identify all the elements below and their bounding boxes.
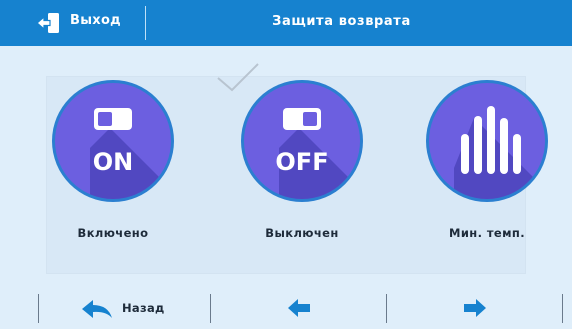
exit-door-icon [36, 13, 59, 33]
option-label: Мин. темп. [449, 226, 525, 240]
footer-bar: Назад [0, 286, 572, 329]
page-title: Защита возврата [272, 14, 411, 29]
header-divider [145, 6, 146, 40]
exit-label: Выход [70, 13, 121, 28]
option-on[interactable]: ON Включено [38, 78, 188, 268]
option-label: Включено [77, 226, 149, 240]
option-min-temp[interactable]: Мин. темп. [412, 78, 562, 268]
back-label: Назад [122, 301, 165, 315]
prev-button[interactable] [211, 286, 387, 329]
back-button[interactable]: Назад [38, 286, 210, 329]
toggle-on-icon: ON [52, 80, 174, 202]
bar-chart-icon [426, 80, 548, 202]
option-off[interactable]: OFF Выключен [227, 78, 377, 268]
header-bar: Выход Защита возврата [0, 0, 572, 46]
arrow-left-icon [288, 299, 310, 317]
toggle-off-icon: OFF [241, 80, 363, 202]
back-arrow-icon [82, 300, 112, 318]
option-badge: ON [93, 148, 134, 176]
option-badge: OFF [275, 148, 328, 176]
arrow-right-icon [464, 299, 486, 317]
next-button[interactable] [387, 286, 563, 329]
option-label: Выключен [265, 226, 339, 240]
exit-button[interactable]: Выход [0, 0, 145, 46]
